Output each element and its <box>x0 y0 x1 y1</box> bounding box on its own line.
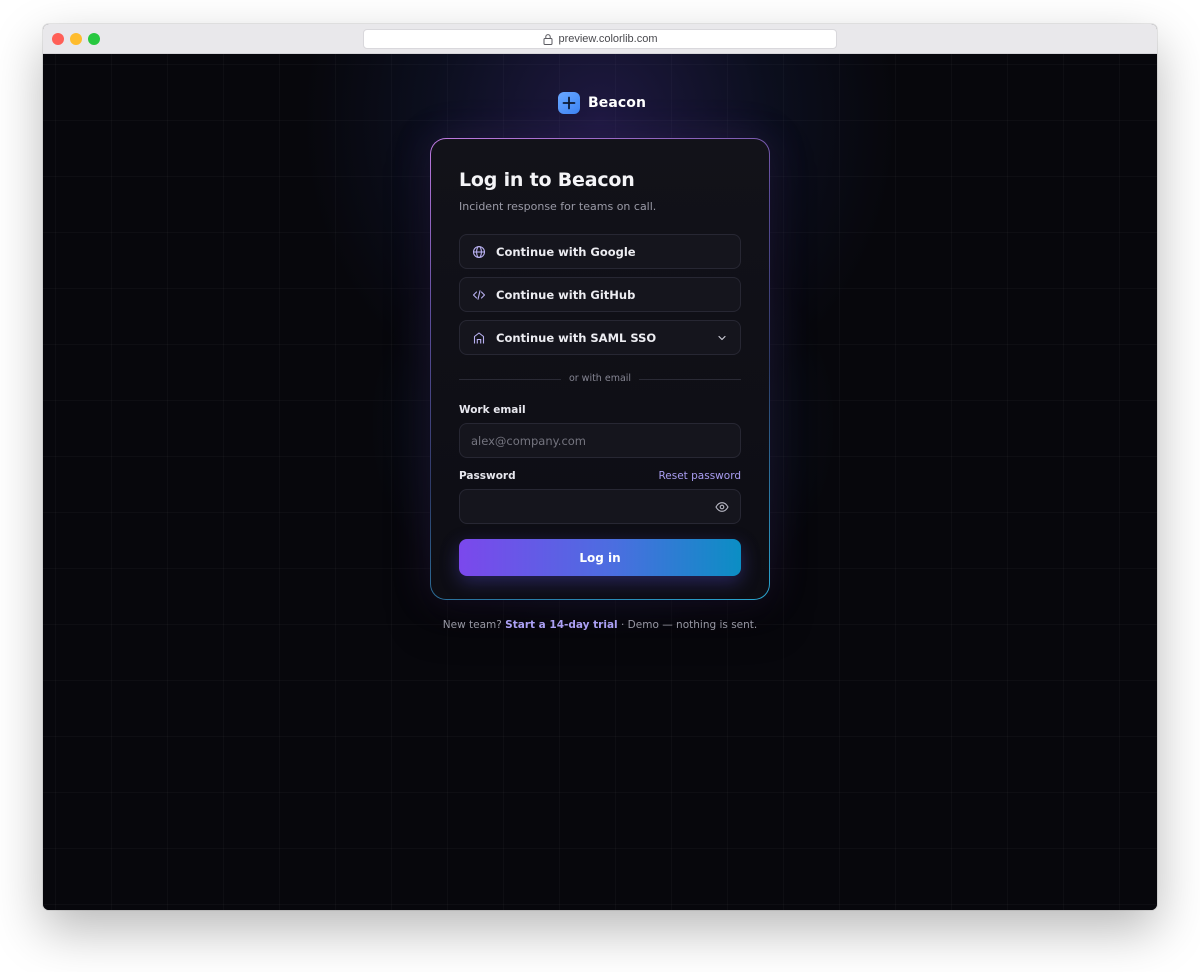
code-icon <box>472 288 486 302</box>
lock-icon <box>542 33 554 45</box>
continue-with-google-button[interactable]: Continue with Google <box>459 234 741 269</box>
reset-password-link[interactable]: Reset password <box>658 470 741 482</box>
divider: or with email <box>459 373 741 385</box>
password-field[interactable] <box>459 489 741 524</box>
url-text: preview.colorlib.com <box>558 33 658 45</box>
page-title: Log in to Beacon <box>459 169 635 191</box>
globe-icon <box>472 245 486 259</box>
address-bar[interactable]: preview.colorlib.com <box>363 29 837 49</box>
login-card-body: Log in to Beacon Incident response for t… <box>431 139 769 599</box>
page-viewport: Beacon Log in to Beacon Incident respons… <box>43 54 1157 910</box>
log-in-button[interactable]: Log in <box>459 539 741 576</box>
password-label: Password <box>459 470 516 482</box>
page-subtitle: Incident response for teams on call. <box>459 200 657 213</box>
divider-line <box>639 379 741 380</box>
browser-titlebar: preview.colorlib.com <box>43 24 1157 54</box>
button-label: Continue with Google <box>496 244 636 259</box>
continue-with-github-button[interactable]: Continue with GitHub <box>459 277 741 312</box>
continue-with-saml-sso-button[interactable]: Continue with SAML SSO <box>459 320 741 355</box>
chevron-down-icon <box>716 332 728 344</box>
minimize-window-button[interactable] <box>70 33 82 45</box>
login-card: Log in to Beacon Incident response for t… <box>430 138 770 600</box>
email-label: Work email <box>459 404 526 416</box>
brand[interactable]: Beacon <box>558 92 646 114</box>
building-icon <box>472 331 486 345</box>
footer-suffix: · Demo — nothing is sent. <box>621 619 758 631</box>
browser-window: preview.colorlib.com Beacon Log in to Be… <box>43 24 1157 910</box>
beacon-logo-icon <box>558 92 580 114</box>
button-label: Continue with GitHub <box>496 287 636 302</box>
maximize-window-button[interactable] <box>88 33 100 45</box>
email-field[interactable] <box>459 423 741 458</box>
footer-note: New team? Start a 14-day trial · Demo — … <box>43 619 1157 631</box>
close-window-button[interactable] <box>52 33 64 45</box>
button-label: Continue with SAML SSO <box>496 330 657 345</box>
footer-prefix: New team? <box>442 619 502 631</box>
brand-name: Beacon <box>588 95 647 111</box>
start-trial-link[interactable]: Start a 14-day trial <box>505 619 618 631</box>
eye-icon[interactable] <box>715 501 729 513</box>
